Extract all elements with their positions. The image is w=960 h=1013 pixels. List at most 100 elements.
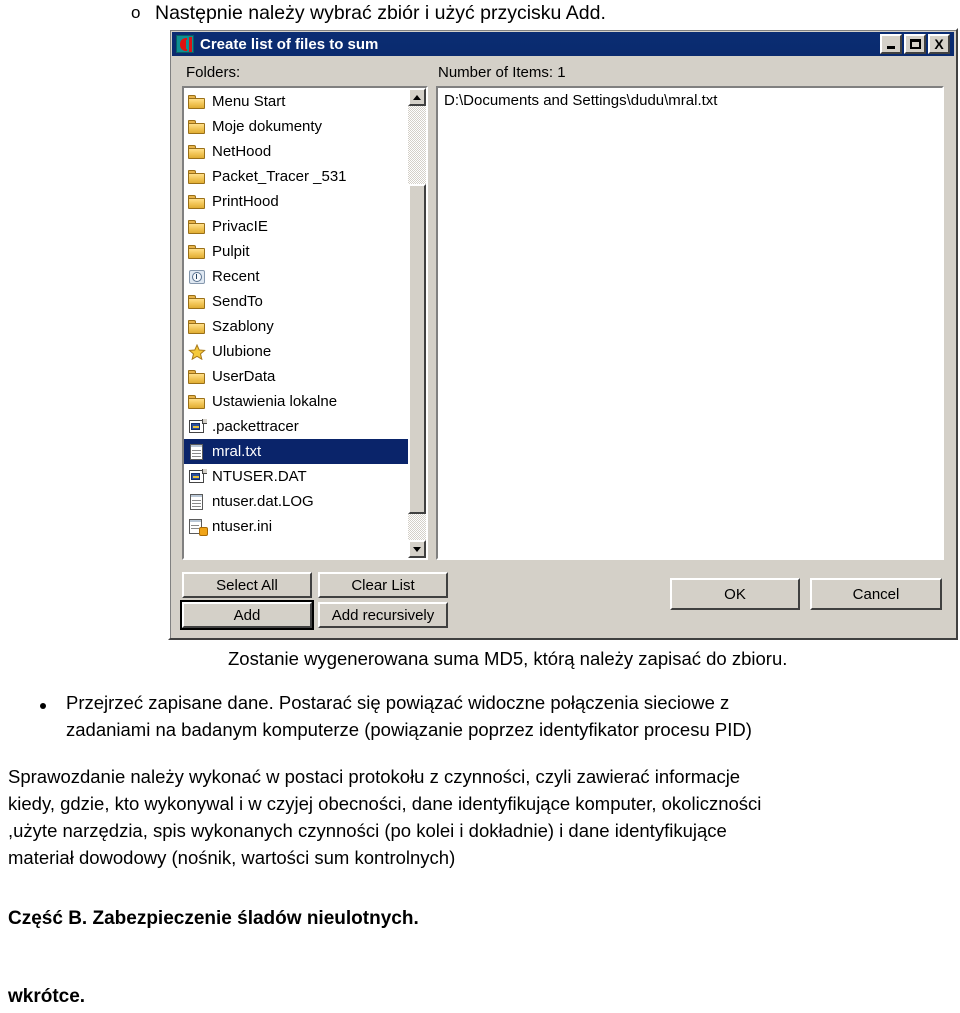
folder-icon	[188, 369, 207, 385]
list-item[interactable]: ntuser.ini	[184, 514, 408, 539]
list-item-label: mral.txt	[212, 443, 262, 460]
ok-label: OK	[724, 585, 746, 603]
list-item-label: Packet_Tracer _531	[212, 168, 347, 185]
select-all-label: Select All	[216, 576, 278, 594]
list-item[interactable]: Moje dokumenty	[184, 114, 408, 139]
list-item[interactable]: Ulubione	[184, 339, 408, 364]
list-item-label: Ulubione	[212, 343, 272, 360]
list-item-label: UserData	[212, 368, 276, 385]
list-item-label: Ustawienia lokalne	[212, 393, 338, 410]
list-item-label: PrintHood	[212, 193, 279, 210]
bullet-marker-dot	[40, 703, 46, 709]
list-item[interactable]: PrintHood	[184, 189, 408, 214]
list-item-label: NTUSER.DAT	[212, 468, 307, 485]
cancel-label: Cancel	[852, 585, 900, 603]
add-button[interactable]: Add	[182, 602, 312, 628]
star-icon	[188, 343, 207, 360]
folders-listbox[interactable]: Menu Start Moje dokumenty NetHood Packet_Tr…	[181, 85, 429, 561]
item-row[interactable]: D:\Documents and Settings\dudu\mral.txt	[444, 92, 936, 109]
list-item[interactable]: NetHood	[184, 139, 408, 164]
folders-label: Folders:	[186, 64, 241, 81]
scroll-down-icon	[413, 546, 421, 552]
add-recursively-label: Add recursively	[331, 606, 435, 624]
report-paragraph-line-3: ,użyte narzędzia, spis wykonanych czynno…	[8, 820, 727, 841]
bullet-marker-circle: o	[131, 3, 141, 22]
clear-list-label: Clear List	[351, 576, 415, 594]
list-item[interactable]: mral.txt	[184, 439, 408, 464]
list-item-label: Szablony	[212, 318, 274, 335]
document-icon	[188, 443, 207, 460]
select-all-button[interactable]: Select All	[182, 572, 312, 598]
folders-scrollbar[interactable]	[408, 88, 426, 558]
page-root: o Następnie należy wybrać zbiór i użyć p…	[0, 0, 960, 1013]
folder-icon	[188, 144, 207, 160]
list-item[interactable]: Menu Start	[184, 89, 408, 114]
registry-icon	[188, 418, 207, 435]
clear-list-button[interactable]: Clear List	[318, 572, 448, 598]
scroll-up-icon	[413, 94, 421, 100]
folder-icon	[188, 169, 207, 185]
list-item[interactable]: UserData	[184, 364, 408, 389]
folder-icon	[188, 94, 207, 110]
list-item-label: ntuser.dat.LOG	[212, 493, 314, 510]
list-item-label: SendTo	[212, 293, 263, 310]
report-paragraph-line-2: kiedy, gdzie, kto wykonywal i w czyjej o…	[8, 793, 762, 814]
folder-icon	[188, 394, 207, 410]
folder-icon	[188, 319, 207, 335]
number-of-items-label: Number of Items: 1	[438, 64, 566, 81]
list-item[interactable]: ntuser.dat.LOG	[184, 489, 408, 514]
list-item-label: NetHood	[212, 143, 272, 160]
items-listbox[interactable]: D:\Documents and Settings\dudu\mral.txt	[435, 85, 945, 561]
list-item[interactable]: SendTo	[184, 289, 408, 314]
registry-icon	[188, 468, 207, 485]
report-paragraph-line-4: materiał dowodowy (nośnik, wartości sum …	[8, 847, 456, 868]
clock-icon	[188, 269, 207, 285]
cancel-button[interactable]: Cancel	[810, 578, 942, 610]
maximize-button[interactable]	[904, 34, 926, 54]
list-item-label: Moje dokumenty	[212, 118, 323, 135]
list-item-label: Pulpit	[212, 243, 250, 260]
bullet2-line-1: Przejrzeć zapisane dane. Postarać się po…	[66, 692, 730, 713]
list-item[interactable]: NTUSER.DAT	[184, 464, 408, 489]
list-item[interactable]: Szablony	[184, 314, 408, 339]
ini-icon	[188, 518, 208, 536]
list-item-label: PrivacIE	[212, 218, 268, 235]
list-item-label: .packettracer	[212, 418, 299, 435]
window-controls: X	[880, 34, 952, 54]
folders-list-inner: Menu Start Moje dokumenty NetHood Packet_Tr…	[184, 88, 408, 558]
scroll-down-button[interactable]	[408, 540, 426, 558]
add-recursively-button[interactable]: Add recursively	[318, 602, 448, 628]
close-button[interactable]: X	[928, 34, 950, 54]
dialog-title: Create list of files to sum	[200, 35, 379, 53]
minimize-button[interactable]	[880, 34, 902, 54]
folder-icon	[188, 244, 207, 260]
list-item[interactable]: Packet_Tracer _531	[184, 164, 408, 189]
dialog-titlebar[interactable]: Create list of files to sum X	[172, 32, 954, 56]
minimize-icon	[887, 46, 895, 49]
list-item-label: ntuser.ini	[212, 518, 273, 535]
footer-text: wkrótce.	[8, 986, 86, 1007]
bullet2-line-2: zadaniami na badanym komputerze (powiąza…	[66, 719, 752, 740]
list-item-label: Menu Start	[212, 93, 286, 110]
section-heading: Część B. Zabezpieczenie śladów nieulotny…	[8, 908, 419, 929]
list-item[interactable]: .packettracer	[184, 414, 408, 439]
folder-icon	[188, 119, 207, 135]
list-item-label: Recent	[212, 268, 260, 285]
list-item[interactable]: Pulpit	[184, 239, 408, 264]
create-list-dialog: Create list of files to sum X Folders: N…	[168, 28, 958, 640]
list-item[interactable]: PrivacIE	[184, 214, 408, 239]
folder-icon	[188, 194, 207, 210]
folder-icon	[188, 219, 207, 235]
maximize-icon	[909, 39, 921, 49]
ok-button[interactable]: OK	[670, 578, 800, 610]
list-item[interactable]: Recent	[184, 264, 408, 289]
list-item[interactable]: Ustawienia lokalne	[184, 389, 408, 414]
add-label: Add	[233, 606, 261, 624]
after-dialog-text: Zostanie wygenerowana suma MD5, którą na…	[228, 648, 788, 669]
folder-icon	[188, 294, 207, 310]
app-icon	[176, 35, 194, 53]
scroll-up-button[interactable]	[408, 88, 426, 106]
document-icon	[188, 493, 207, 510]
scrollbar-thumb[interactable]	[408, 184, 426, 514]
report-paragraph-line-1: Sprawozdanie należy wykonać w postaci pr…	[8, 766, 741, 787]
